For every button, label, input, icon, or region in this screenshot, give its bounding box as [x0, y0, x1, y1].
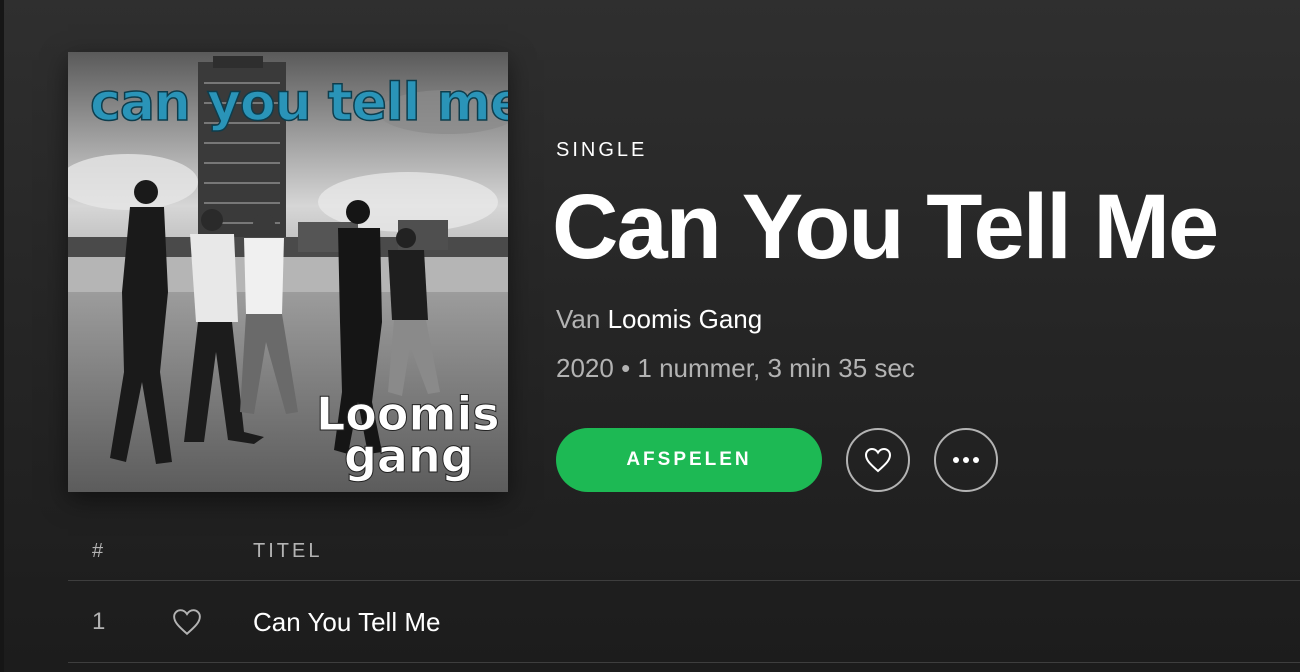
play-button[interactable]: AFSPELEN — [556, 428, 822, 492]
album-cover-art: can you tell me Loomis gang — [68, 52, 508, 492]
track-row[interactable]: 1 Can You Tell Me — [68, 582, 1300, 662]
by-prefix: Van — [556, 304, 601, 334]
track-like-button[interactable] — [172, 608, 202, 641]
column-header-number: # — [92, 540, 104, 562]
header-divider — [68, 580, 1300, 581]
album-type-label: SINGLE — [556, 139, 648, 161]
artist-byline: Van Loomis Gang — [556, 304, 762, 335]
album-meta: 2020 • 1 nummer, 3 min 35 sec — [556, 353, 915, 383]
window-edge — [0, 0, 4, 672]
artist-link[interactable]: Loomis Gang — [608, 304, 763, 334]
row-divider — [68, 662, 1300, 663]
cover-headline: can you tell me — [90, 73, 508, 133]
more-options-button[interactable] — [934, 428, 998, 492]
heart-icon — [173, 609, 201, 636]
column-header-title[interactable]: TITEL — [253, 540, 322, 563]
like-button[interactable] — [846, 428, 910, 492]
heart-icon — [864, 447, 892, 473]
play-button-label: AFSPELEN — [626, 449, 752, 470]
album-title: Can You Tell Me — [552, 176, 1219, 278]
cover-band-line2: gang — [344, 429, 474, 483]
track-number: 1 — [92, 608, 106, 635]
more-icon — [953, 457, 979, 463]
track-title[interactable]: Can You Tell Me — [253, 607, 440, 638]
